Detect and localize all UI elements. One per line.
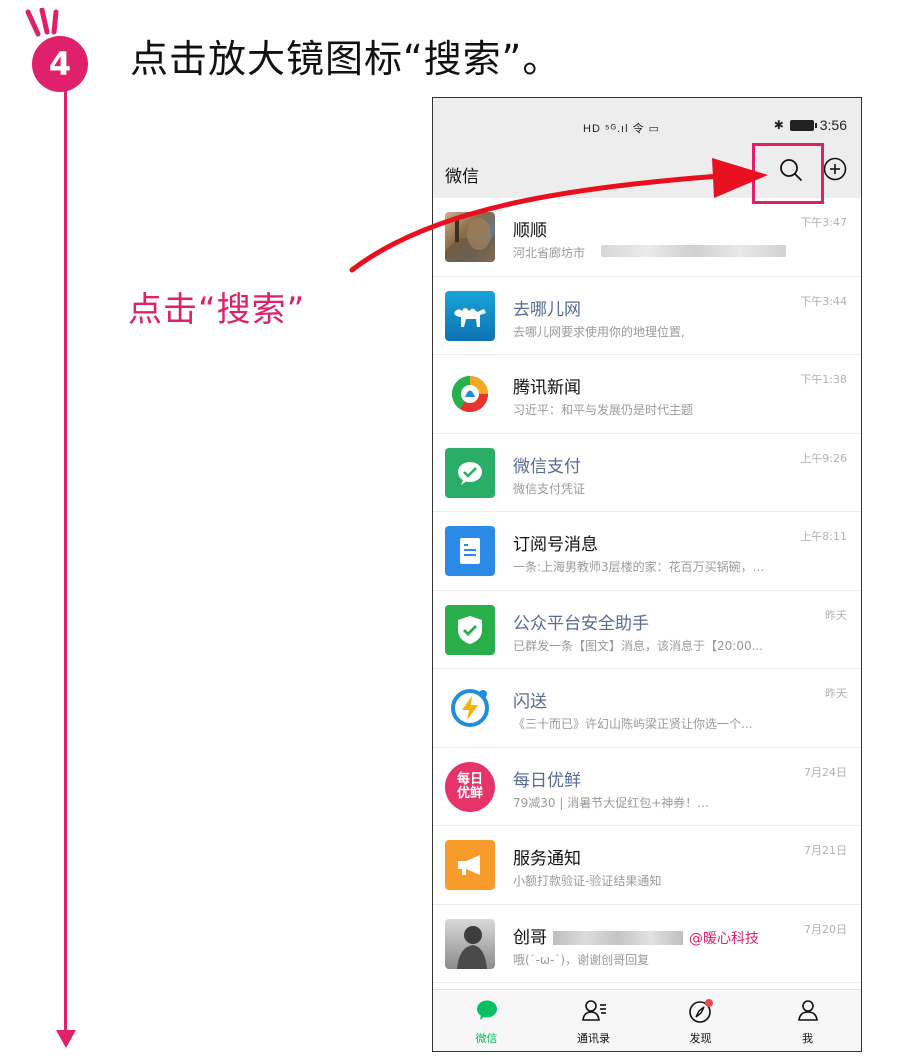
chat-name: 顺顺 (513, 221, 547, 241)
chat-item[interactable]: 每日 优鲜 每日优鲜 79减30 | 消暑节大促红包+神券！... 7月24日 (433, 747, 861, 826)
tab-contacts[interactable]: 通讯录 (540, 990, 647, 1051)
avatar (445, 918, 495, 969)
chat-name-suffix: @暖心科技 (689, 930, 759, 947)
chat-name: 创哥 @暖心科技 (513, 923, 759, 948)
chat-name-text: 创哥 (513, 927, 547, 948)
chat-name: 每日优鲜 (513, 770, 581, 791)
chat-name: 微信支付 (513, 456, 581, 477)
chat-time: 7月21日 (804, 844, 847, 857)
news-icon (451, 375, 489, 413)
bluetooth-icon: ✱ (773, 118, 784, 132)
wechat-pay-icon (458, 461, 482, 485)
contacts-icon (581, 1000, 606, 1021)
status-bar: HD ⁵ᴳ.ıl 令 ▭ ✱ 3:56 (433, 98, 861, 142)
avatar (445, 683, 495, 733)
bottom-tab-bar: 微信 通讯录 发现 我 (433, 989, 861, 1051)
chat-name: 公众平台安全助手 (513, 613, 649, 634)
avatar (445, 526, 495, 576)
chat-item[interactable]: 服务通知 小额打款验证-验证结果通知 7月21日 (433, 826, 861, 905)
chat-preview: 79减30 | 消暑节大促红包+神券！... (513, 795, 709, 810)
status-right: ✱ 3:56 (774, 117, 847, 133)
chat-preview: 习近平：和平与发展仍是时代主题 (513, 403, 694, 417)
status-indicators: HD ⁵ᴳ.ıl 令 ▭ (583, 120, 660, 136)
chat-time: 下午3:44 (800, 294, 847, 308)
chat-item[interactable]: 去哪儿网 去哪儿网要求使用你的地理位置, 下午3:44 (433, 276, 861, 355)
step-title: 点击放大镜图标“搜索”。 (130, 37, 562, 81)
chat-name: 服务通知 (513, 849, 581, 869)
timeline-line (64, 84, 67, 1034)
compass-icon (688, 999, 713, 1023)
chat-preview: 已群发一条【图文】消息，该消息于【20:00... (513, 638, 764, 653)
chat-list: 顺顺 河北省廊坊市 下午3:47 去哪儿网 去哪儿网要求使用你的地理位置, 下午… (433, 198, 861, 983)
chat-preview: 去哪儿网要求使用你的地理位置, (513, 324, 685, 339)
person-icon (797, 1000, 818, 1021)
avatar (445, 840, 495, 890)
tab-discover[interactable]: 发现 (647, 990, 754, 1051)
avatar (445, 290, 495, 341)
tab-label: 发现 (689, 1032, 712, 1045)
chat-time: 7月24日 (804, 765, 847, 779)
chat-preview: 一条:上海男教师3层楼的家：花百万买锅碗，... (513, 560, 765, 574)
plus-circle-icon[interactable] (822, 156, 848, 182)
chat-name: 腾讯新闻 (513, 378, 581, 398)
search-highlight-box (752, 143, 824, 204)
phone-screen: HD ⁵ᴳ.ıl 令 ▭ ✱ 3:56 微信 顺顺 河北省廊坊市 下午3:47 … (432, 97, 862, 1052)
chat-item[interactable]: 微信支付 微信支付凭证 上午9:26 (433, 433, 861, 512)
avatar (445, 212, 495, 262)
chat-item[interactable]: 闪送 《三十而已》许幻山陈屿梁正贤让你选一个... 昨天 (433, 669, 861, 748)
chat-time: 上午9:26 (800, 451, 847, 465)
network-indicators: HD ⁵ᴳ.ıl 令 ▭ (583, 123, 661, 135)
avatar (445, 604, 495, 655)
tab-label: 微信 (475, 1032, 498, 1045)
camel-icon (454, 307, 486, 327)
avatar (445, 369, 495, 419)
tab-label: 通讯录 (577, 1032, 610, 1045)
avatar (445, 447, 495, 498)
chat-time: 上午8:11 (800, 530, 847, 543)
megaphone-icon (458, 855, 480, 875)
chat-item[interactable]: 订阅号消息 一条:上海男教师3层楼的家：花百万买锅碗，... 上午8:11 (433, 512, 861, 591)
redacted-text (553, 930, 683, 945)
timeline-arrow-icon (56, 1030, 76, 1048)
fresh-logo-text: 每日 优鲜 (456, 771, 483, 801)
chat-preview: 《三十而已》许幻山陈屿梁正贤让你选一个... (513, 717, 753, 731)
tab-label: 我 (802, 1032, 813, 1045)
chat-name: 订阅号消息 (513, 535, 598, 555)
tab-me[interactable]: 我 (754, 990, 861, 1051)
chat-time: 下午1:38 (800, 373, 847, 386)
chat-preview: 哦(˙-ω-˙)，谢谢创哥回复 (513, 952, 650, 967)
chat-item[interactable]: 公众平台安全助手 已群发一条【图文】消息，该消息于【20:00... 昨天 (433, 590, 861, 669)
person-photo-icon (457, 925, 487, 969)
status-time: 3:56 (819, 117, 847, 133)
photo-icon (445, 218, 495, 262)
chat-item[interactable]: 腾讯新闻 习近平：和平与发展仍是时代主题 下午1:38 (433, 355, 861, 434)
shield-icon (458, 615, 482, 644)
chat-name: 闪送 (513, 692, 547, 712)
avatar: 每日 优鲜 (445, 761, 495, 812)
chat-time: 下午3:47 (800, 216, 847, 229)
chat-time: 昨天 (825, 687, 847, 700)
battery-icon (789, 119, 817, 131)
step-number: 4 (32, 36, 88, 92)
chat-bubble-icon (476, 1000, 497, 1020)
chat-item[interactable]: 创哥 @暖心科技 哦(˙-ω-˙)，谢谢创哥回复 7月20日 (433, 904, 861, 983)
document-icon (460, 538, 480, 564)
chat-item[interactable]: 顺顺 河北省廊坊市 下午3:47 (433, 198, 861, 277)
redacted-text (601, 245, 786, 257)
lightning-icon (451, 689, 489, 727)
tab-chats[interactable]: 微信 (433, 990, 540, 1051)
app-title: 微信 (445, 167, 479, 187)
chat-preview: 河北省廊坊市 (513, 246, 586, 260)
chat-time: 昨天 (825, 608, 847, 622)
chat-preview: 微信支付凭证 (513, 481, 586, 496)
chat-name: 去哪儿网 (513, 299, 581, 320)
chat-preview: 小额打款验证-验证结果通知 (513, 874, 662, 888)
callout-label: 点击“搜索” (128, 290, 306, 330)
step-marker: 4 (14, 8, 124, 98)
chat-time: 7月20日 (804, 922, 847, 936)
